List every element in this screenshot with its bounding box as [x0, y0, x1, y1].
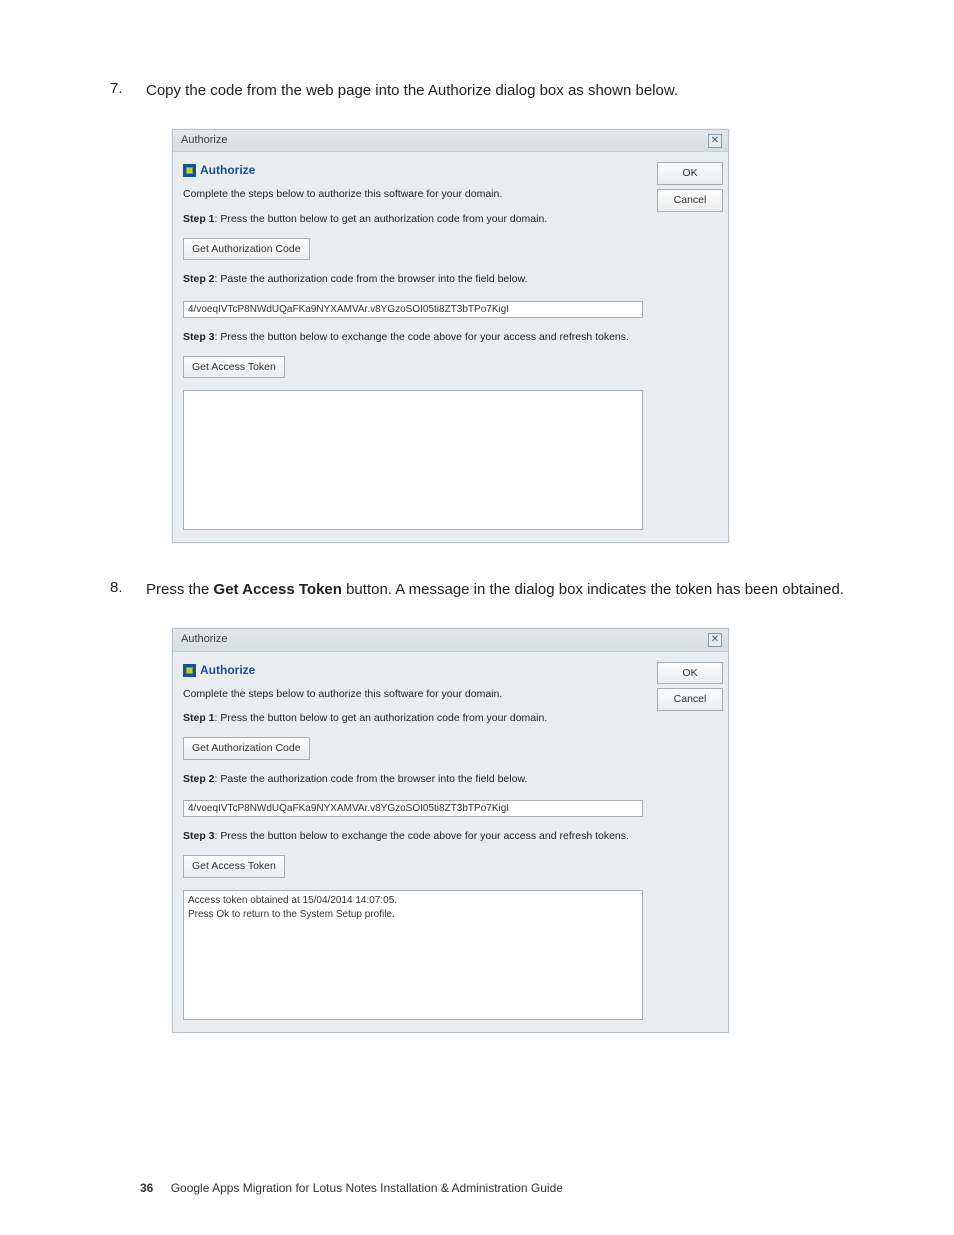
cancel-button[interactable]: Cancel — [657, 688, 723, 711]
dialog-titlebar: Authorize ✕ — [173, 629, 728, 651]
screenshot-2: Authorize ✕ Authorize Complete the steps… — [172, 628, 844, 1032]
step-3-block: Step 3: Press the button below to exchan… — [183, 829, 643, 877]
step-2-text: Step 2: Paste the authorization code fro… — [183, 772, 643, 787]
dialog-body: Authorize Complete the steps below to au… — [173, 652, 728, 1032]
step-1-text: Step 1: Press the button below to get an… — [183, 212, 643, 227]
authorization-code-input[interactable] — [183, 301, 643, 318]
dialog-main: Authorize Complete the steps below to au… — [183, 662, 657, 1020]
step-3-block: Step 3: Press the button below to exchan… — [183, 330, 643, 378]
step-1-desc: : Press the button below to get an autho… — [215, 213, 548, 225]
dialog-titlebar: Authorize ✕ — [173, 130, 728, 152]
step-1-label: Step 1 — [183, 712, 215, 724]
get-access-token-button[interactable]: Get Access Token — [183, 356, 285, 379]
get-access-token-button[interactable]: Get Access Token — [183, 855, 285, 878]
step-3-label: Step 3 — [183, 331, 215, 343]
step-3-label: Step 3 — [183, 830, 215, 842]
step-2-desc: : Paste the authorization code from the … — [215, 773, 528, 785]
ok-button[interactable]: OK — [657, 662, 723, 685]
close-icon[interactable]: ✕ — [708, 134, 722, 148]
dialog-side-buttons: OK Cancel — [657, 662, 723, 1020]
output-textarea[interactable]: Access token obtained at 15/04/2014 14:0… — [183, 890, 643, 1020]
cancel-button[interactable]: Cancel — [657, 189, 723, 212]
get-authorization-code-button[interactable]: Get Authorization Code — [183, 737, 310, 760]
step-2-text: Step 2: Paste the authorization code fro… — [183, 272, 643, 287]
step-2-desc: : Paste the authorization code from the … — [215, 273, 528, 285]
step-text-prefix: Press the — [146, 581, 214, 598]
step-body: Copy the code from the web page into the… — [146, 80, 844, 551]
get-authorization-code-button[interactable]: Get Authorization Code — [183, 238, 310, 261]
dialog-heading: Authorize — [183, 662, 643, 679]
step-1-block: Step 1: Press the button below to get an… — [183, 711, 643, 759]
step-text-bold: Get Access Token — [214, 581, 342, 598]
dialog-intro: Complete the steps below to authorize th… — [183, 687, 643, 702]
screenshot-1: Authorize ✕ Authorize Complete the steps… — [172, 129, 844, 543]
step-1-label: Step 1 — [183, 213, 215, 225]
document-page: 7. Copy the code from the web page into … — [0, 0, 954, 1235]
step-7: 7. Copy the code from the web page into … — [110, 80, 844, 551]
dialog-heading: Authorize — [183, 162, 643, 179]
authorize-dialog: Authorize ✕ Authorize Complete the steps… — [172, 628, 729, 1032]
step-8: 8. Press the Get Access Token button. A … — [110, 579, 844, 1040]
authorize-icon — [183, 164, 196, 177]
footer-title: Google Apps Migration for Lotus Notes In… — [171, 1181, 563, 1195]
step-2-label: Step 2 — [183, 773, 215, 785]
page-footer: 36 Google Apps Migration for Lotus Notes… — [140, 1181, 563, 1195]
step-text: Copy the code from the web page into the… — [146, 82, 678, 99]
step-3-desc: : Press the button below to exchange the… — [215, 830, 629, 842]
step-3-text: Step 3: Press the button below to exchan… — [183, 829, 643, 844]
output-textarea[interactable] — [183, 390, 643, 530]
step-2-block: Step 2: Paste the authorization code fro… — [183, 272, 643, 318]
dialog-side-buttons: OK Cancel — [657, 162, 723, 530]
dialog-title: Authorize — [181, 632, 227, 647]
step-1-text: Step 1: Press the button below to get an… — [183, 711, 643, 726]
authorize-icon — [183, 664, 196, 677]
authorize-dialog: Authorize ✕ Authorize Complete the steps… — [172, 129, 729, 543]
step-1-desc: : Press the button below to get an autho… — [215, 712, 548, 724]
step-number: 8. — [110, 579, 146, 1040]
ok-button[interactable]: OK — [657, 162, 723, 185]
dialog-main: Authorize Complete the steps below to au… — [183, 162, 657, 530]
step-1-block: Step 1: Press the button below to get an… — [183, 212, 643, 260]
step-text-suffix: button. A message in the dialog box indi… — [342, 581, 844, 598]
dialog-title: Authorize — [181, 133, 227, 148]
page-number: 36 — [140, 1181, 153, 1195]
dialog-body: Authorize Complete the steps below to au… — [173, 152, 728, 542]
step-2-block: Step 2: Paste the authorization code fro… — [183, 772, 643, 818]
authorization-code-input[interactable] — [183, 800, 643, 817]
heading-text: Authorize — [200, 662, 255, 679]
step-3-text: Step 3: Press the button below to exchan… — [183, 330, 643, 345]
numbered-list: 7. Copy the code from the web page into … — [110, 80, 844, 1041]
step-body: Press the Get Access Token button. A mes… — [146, 579, 844, 1040]
heading-text: Authorize — [200, 162, 255, 179]
step-number: 7. — [110, 80, 146, 551]
step-3-desc: : Press the button below to exchange the… — [215, 331, 629, 343]
close-icon[interactable]: ✕ — [708, 633, 722, 647]
step-2-label: Step 2 — [183, 273, 215, 285]
dialog-intro: Complete the steps below to authorize th… — [183, 187, 643, 202]
